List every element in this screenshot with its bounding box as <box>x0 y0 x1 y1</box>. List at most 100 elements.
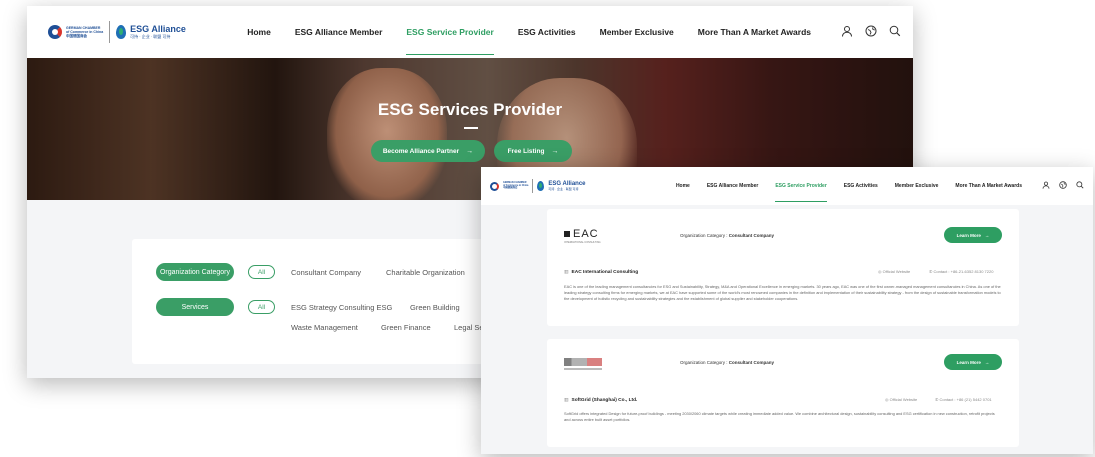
learn-more-button[interactable]: Learn More → <box>944 227 1002 243</box>
search-icon[interactable] <box>889 25 901 40</box>
user-icon[interactable] <box>1042 181 1050 191</box>
globe-icon[interactable] <box>865 25 877 40</box>
nav-awards[interactable]: More Than A Market Awards <box>955 183 1022 189</box>
category-value: Consultant Company <box>728 360 775 365</box>
service-option-legal[interactable]: Legal Se <box>454 323 484 332</box>
website-label: Official Website <box>889 397 918 402</box>
phone-icon: ✆ <box>929 269 933 274</box>
arrow-right-icon: → <box>984 232 990 238</box>
eac-logo-mark <box>564 231 570 237</box>
become-alliance-partner-button[interactable]: Become Alliance Partner → <box>371 140 485 162</box>
logo-divider <box>109 21 111 43</box>
provider-card: Organization Category : Consultant Compa… <box>547 339 1019 447</box>
hero-title: ESG Services Provider <box>377 100 563 119</box>
nav-home[interactable]: Home <box>676 183 690 189</box>
phone-icon: ✆ <box>935 397 939 402</box>
nav-esg-alliance-member[interactable]: ESG Alliance Member <box>707 183 759 189</box>
arrow-right-icon: → <box>984 359 990 365</box>
services-label: Services <box>156 298 234 316</box>
contact-label: Contact : <box>933 269 950 274</box>
german-chamber-logo-icon <box>490 181 499 191</box>
official-website-link[interactable]: ◎ Official Website <box>885 397 917 402</box>
provider-logo-subtext: INTERNATIONAL CONSULTING <box>564 241 601 244</box>
logo-divider <box>532 179 534 193</box>
user-icon[interactable] <box>841 25 853 40</box>
provider-name: ▥ SoftGrid (Shanghai) Co., Ltd. <box>564 398 637 403</box>
button-label: Become Alliance Partner <box>382 147 460 155</box>
service-option-green-building[interactable]: Green Building <box>410 303 460 312</box>
location-pin-icon: ◎ <box>878 269 882 274</box>
provider-logo-text: EAC <box>573 228 599 240</box>
listing-page-window: GERMAN CHAMBER of Commerce in China 中国德国… <box>481 167 1093 454</box>
nav-esg-service-provider[interactable]: ESG Service Provider <box>775 183 828 202</box>
service-option-strategy[interactable]: ESG Strategy Consulting ESG <box>291 303 392 312</box>
category-label: Organization Category : <box>680 233 728 238</box>
nav-awards[interactable]: More Than A Market Awards <box>698 27 811 37</box>
category-label: Organization Category : <box>680 360 728 365</box>
building-icon: ▥ <box>564 270 569 275</box>
official-website-link[interactable]: ◎ Official Website <box>878 269 910 274</box>
top-navigation: GERMAN CHAMBER of Commerce in China 中国德国… <box>481 167 1093 205</box>
provider-description: EAC is one of the leading management con… <box>564 284 1001 301</box>
organization-category-label: Organization Category <box>156 263 234 281</box>
service-option-green-finance[interactable]: Green Finance <box>381 323 431 332</box>
site-logo[interactable]: GERMAN CHAMBER of Commerce in China 中国德国… <box>490 179 676 193</box>
main-menu: Home ESG Alliance Member ESG Service Pro… <box>247 27 835 55</box>
esg-drop-icon <box>537 181 545 191</box>
german-chamber-logo: GERMAN CHAMBER of Commerce in China 中国德国… <box>490 181 528 191</box>
nav-esg-alliance-member[interactable]: ESG Alliance Member <box>295 27 383 37</box>
button-label: Learn More <box>956 359 981 365</box>
german-chamber-logo-icon <box>48 25 62 39</box>
esg-logo-subtitle: 可持 · 企业 · 联盟 可持 <box>130 34 171 39</box>
organization-category: Organization Category : Consultant Compa… <box>680 233 774 238</box>
nav-home[interactable]: Home <box>247 27 271 37</box>
arrow-right-icon: → <box>466 147 474 155</box>
arrow-right-icon: → <box>551 147 559 155</box>
button-label: Learn More <box>956 232 981 238</box>
provider-name-text: SoftGrid (Shanghai) Co., Ltd. <box>571 398 638 403</box>
nav-esg-activities[interactable]: ESG Activities <box>844 183 878 189</box>
provider-name-text: EAC International Consulting <box>571 270 639 275</box>
contact-value: +86-21-6352 8130 7220 <box>950 269 994 274</box>
gc-line: 中国德国商会 <box>503 186 518 190</box>
softgrid-logo-image <box>564 358 602 366</box>
learn-more-button[interactable]: Learn More → <box>944 354 1002 370</box>
organization-category: Organization Category : Consultant Compa… <box>680 360 774 365</box>
category-all-option[interactable]: All <box>248 265 275 279</box>
provider-card: EAC INTERNATIONAL CONSULTING Organizatio… <box>547 209 1019 326</box>
nav-member-exclusive[interactable]: Member Exclusive <box>895 183 939 189</box>
search-icon[interactable] <box>1076 181 1084 191</box>
location-pin-icon: ◎ <box>885 397 889 402</box>
esg-drop-icon <box>116 25 127 39</box>
german-chamber-logo: GERMAN CHAMBER of Commerce in China 中国德国… <box>48 25 103 39</box>
site-logo[interactable]: GERMAN CHAMBER of Commerce in China 中国德国… <box>48 21 247 43</box>
hero-divider <box>464 127 478 129</box>
free-listing-button[interactable]: Free Listing → <box>494 140 572 162</box>
provider-description: SoftGrid offers integrated Design for fu… <box>564 411 995 422</box>
gc-line: 中国德国商会 <box>66 34 87 38</box>
provider-name: ▥ EAC International Consulting <box>564 270 638 275</box>
stage: GERMAN CHAMBER of Commerce in China 中国德国… <box>0 0 1095 457</box>
provider-logo <box>564 358 602 366</box>
softgrid-logo-subline <box>564 368 602 370</box>
services-all-option[interactable]: All <box>248 300 275 314</box>
top-navigation: GERMAN CHAMBER of Commerce in China 中国德国… <box>27 6 913 58</box>
listing-section: EAC INTERNATIONAL CONSULTING Organizatio… <box>481 205 1093 454</box>
contact-label: Contact : <box>939 397 956 402</box>
esg-logo-title: ESG Alliance <box>130 24 186 34</box>
main-menu: Home ESG Alliance Member ESG Service Pro… <box>676 183 1039 202</box>
category-option-charitable[interactable]: Charitable Organization <box>386 268 465 277</box>
service-option-waste[interactable]: Waste Management <box>291 323 358 332</box>
category-option-consultant[interactable]: Consultant Company <box>291 268 361 277</box>
hero-photo-person <box>327 68 447 200</box>
contact-info: ✆ Contact : +86-21-6352 8130 7220 <box>929 269 993 274</box>
globe-icon[interactable] <box>1059 181 1067 191</box>
nav-member-exclusive[interactable]: Member Exclusive <box>600 27 674 37</box>
category-value: Consultant Company <box>728 233 775 238</box>
contact-info: ✆ Contact : +86 (21) 5442 0701 <box>935 397 992 402</box>
nav-esg-activities[interactable]: ESG Activities <box>518 27 576 37</box>
contact-value: +86 (21) 5442 0701 <box>956 397 992 402</box>
nav-esg-service-provider[interactable]: ESG Service Provider <box>406 27 495 55</box>
building-icon: ▥ <box>564 398 569 403</box>
website-label: Official Website <box>882 269 911 274</box>
